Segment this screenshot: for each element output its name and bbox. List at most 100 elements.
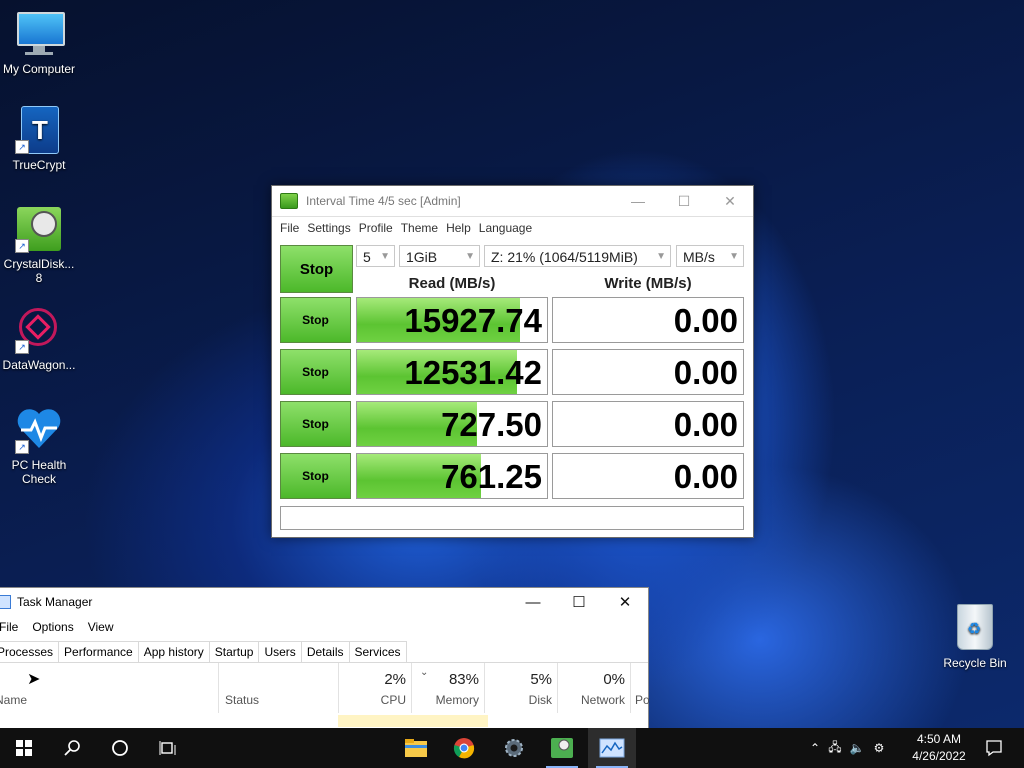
desktop-icon-crystaldisk[interactable]: ↗ CrystalDisk... 8 [1, 205, 77, 285]
desktop-icon-recycle-bin[interactable]: ♻ Recycle Bin [942, 604, 1008, 670]
row-stop-button[interactable]: Stop [280, 401, 351, 447]
column-status[interactable]: Status [218, 663, 339, 713]
column-power[interactable]: Po [630, 663, 650, 713]
read-cell: 12531.42 [356, 349, 548, 395]
shortcut-arrow-icon: ↗ [15, 140, 29, 154]
desktop-icon-pc-health-check[interactable]: ↗ PC Health Check [1, 406, 77, 486]
count-select[interactable]: 5 ▼ [356, 245, 395, 267]
chevron-up-icon[interactable]: ⌃ [806, 741, 824, 755]
tab-details[interactable]: Details [300, 641, 350, 662]
task-manager-app-icon [0, 595, 11, 609]
tab-bar: Processes Performance App history Startu… [0, 638, 648, 663]
menu-view[interactable]: View [88, 620, 114, 634]
shortcut-arrow-icon: ↗ [15, 440, 29, 454]
desktop-icon-label: CrystalDisk... 8 [3, 257, 75, 285]
menu-options[interactable]: Options [32, 620, 73, 634]
chrome-icon[interactable] [440, 728, 488, 768]
windows-start-icon[interactable] [0, 728, 48, 768]
clock-date: 4/26/2022 [912, 749, 966, 763]
datawagon-icon: ↗ [15, 306, 63, 354]
tab-services[interactable]: Services [348, 641, 407, 662]
status-bar [280, 506, 744, 530]
row-stop-button[interactable]: Stop [280, 349, 351, 395]
monitor-icon [15, 10, 65, 58]
column-network[interactable]: 0% Network [557, 663, 631, 713]
tab-performance[interactable]: Performance [58, 641, 139, 662]
title-bar[interactable]: Task Manager — ☐ ✕ [0, 588, 648, 616]
row-stop-button[interactable]: Stop [280, 453, 351, 499]
menu-settings[interactable]: Settings [307, 221, 350, 235]
task-manager-icon[interactable] [588, 728, 636, 768]
window-title: Task Manager [17, 595, 93, 609]
disk-percent: 5% [530, 671, 552, 688]
truecrypt-icon: T ↗ [15, 106, 63, 154]
task-manager-window: Task Manager — ☐ ✕ File Options View Pro… [0, 587, 650, 730]
crystaldisk-icon: ↗ [15, 205, 63, 253]
all-stop-button[interactable]: Stop [280, 245, 353, 293]
memory-label: Memory [435, 693, 479, 707]
chevron-down-icon: ▼ [656, 246, 666, 266]
crystaldiskmark-icon[interactable] [538, 728, 586, 768]
search-icon[interactable] [48, 728, 96, 768]
taskbar-clock[interactable]: 4:50 AM 4/26/2022 [904, 731, 974, 765]
task-view-icon[interactable] [144, 728, 192, 768]
desktop-icon-datawagon[interactable]: ↗ DataWagon... [1, 306, 77, 372]
unit-select[interactable]: MB/s ▼ [676, 245, 744, 267]
minimize-icon[interactable]: — [615, 186, 661, 216]
menu-theme[interactable]: Theme [401, 221, 438, 235]
size-value: 1GiB [406, 249, 438, 265]
network-icon[interactable]: 🖧 [824, 738, 846, 759]
menu-language[interactable]: Language [479, 221, 532, 235]
desktop-icon-truecrypt[interactable]: T ↗ TrueCrypt [1, 106, 77, 172]
tab-app-history[interactable]: App history [137, 641, 210, 662]
drive-select[interactable]: Z: 21% (1064/5119MiB) ▼ [484, 245, 671, 267]
row-stop-button[interactable]: Stop [280, 297, 351, 343]
read-value: 15927.74 [404, 302, 542, 339]
desktop-icon-label: PC Health Check [11, 458, 67, 486]
maximize-icon[interactable]: ☐ [661, 186, 707, 216]
title-bar[interactable]: Interval Time 4/5 sec [Admin] — ☐ ✕ [272, 186, 753, 217]
close-icon[interactable]: ✕ [707, 186, 753, 216]
write-cell: 0.00 [552, 401, 744, 447]
gear-icon[interactable]: ⚙ [868, 741, 890, 755]
desktop-icon-label: TrueCrypt [12, 158, 66, 172]
clock-time: 4:50 AM [916, 732, 962, 746]
unit-value: MB/s [683, 249, 715, 265]
tab-startup[interactable]: Startup [208, 641, 260, 662]
volume-icon[interactable]: 🔈 [846, 741, 868, 755]
write-cell: 0.00 [552, 349, 744, 395]
read-cell: 727.50 [356, 401, 548, 447]
menu-file[interactable]: File [280, 221, 299, 235]
memory-percent: 83% [448, 671, 479, 688]
size-select[interactable]: 1GiB ▼ [399, 245, 480, 267]
file-explorer-icon[interactable] [392, 728, 440, 768]
read-value: 12531.42 [404, 354, 542, 391]
sort-chevron-icon: ⌄ [420, 667, 429, 678]
cortana-icon[interactable] [96, 728, 144, 768]
minimize-icon[interactable]: — [510, 594, 556, 611]
tab-users[interactable]: Users [258, 641, 302, 662]
memory-highlight-strip [338, 715, 488, 727]
read-cell: 761.25 [356, 453, 548, 499]
menu-bar: File Options View [0, 616, 648, 638]
settings-icon[interactable] [490, 728, 538, 768]
shortcut-arrow-icon: ↗ [15, 239, 29, 253]
column-cpu[interactable]: 2% CPU [338, 663, 412, 713]
menu-help[interactable]: Help [446, 221, 471, 235]
count-value: 5 [363, 249, 371, 265]
close-icon[interactable]: ✕ [602, 593, 648, 611]
write-value: 0.00 [673, 406, 738, 443]
write-value: 0.00 [673, 354, 738, 391]
column-memory[interactable]: ⌄ 83% Memory [411, 663, 485, 713]
menu-file[interactable]: File [0, 620, 18, 634]
benchmark-panel: Stop 5 ▼ 1GiB ▼ Z: 21% (1064/5119MiB) ▼ MB/… [272, 239, 753, 537]
notification-icon[interactable] [970, 728, 1018, 768]
column-disk[interactable]: 5% Disk [484, 663, 558, 713]
column-name[interactable]: Name [0, 693, 27, 707]
menu-profile[interactable]: Profile [359, 221, 393, 235]
desktop-icon-my-computer[interactable]: My Computer [1, 10, 77, 76]
maximize-icon[interactable]: ☐ [556, 593, 602, 611]
tab-processes[interactable]: Processes [0, 641, 60, 662]
cpu-label: CPU [380, 693, 406, 707]
menu-bar: File Settings Profile Theme Help Languag… [272, 217, 753, 239]
